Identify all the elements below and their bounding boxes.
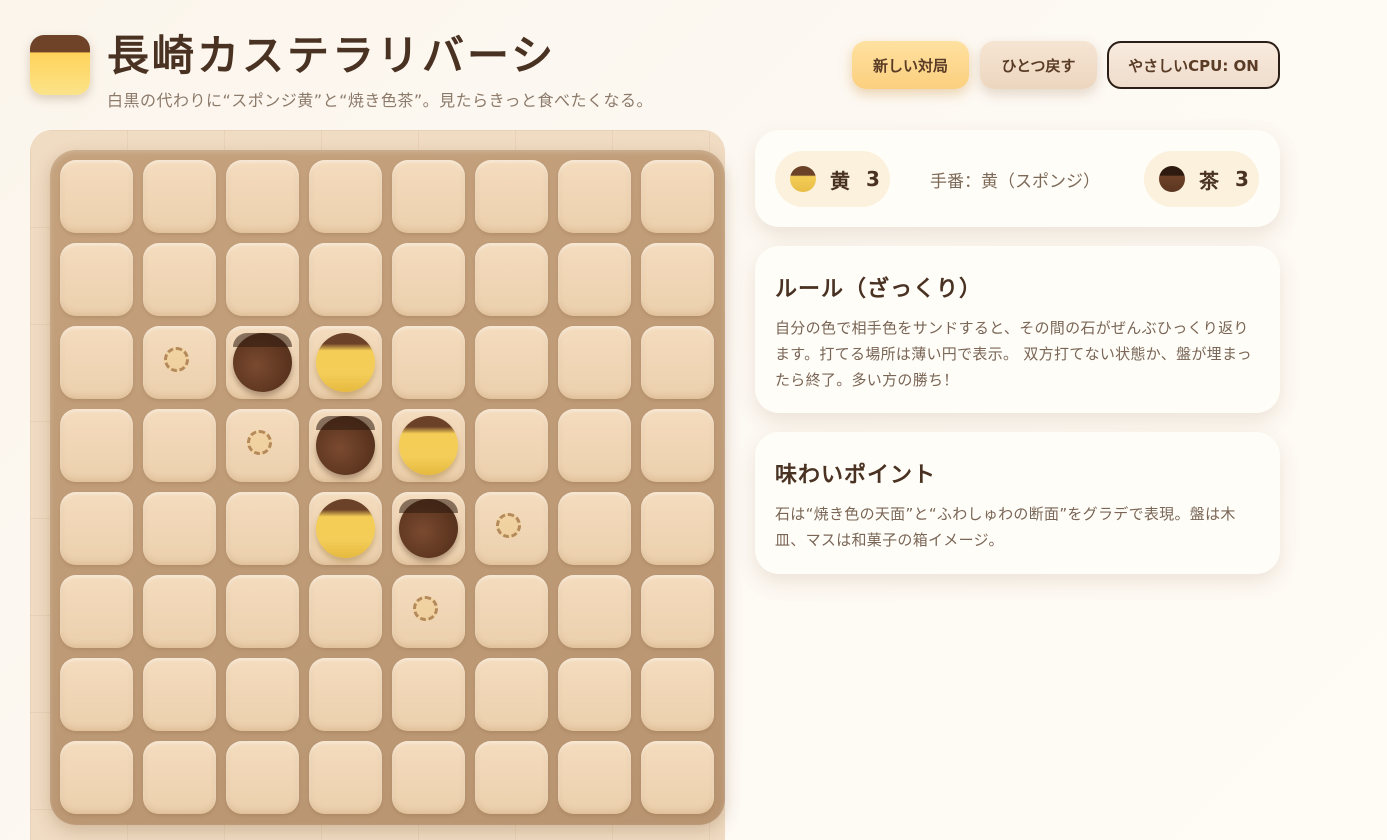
board-cell[interactable]	[226, 160, 299, 233]
board-cell[interactable]	[641, 409, 714, 482]
board-cell[interactable]	[475, 658, 548, 731]
brown-disc-icon	[1159, 166, 1185, 192]
board-cell[interactable]	[60, 658, 133, 731]
board-cell[interactable]	[60, 160, 133, 233]
board-cell[interactable]	[475, 575, 548, 648]
yellow-disc	[316, 333, 375, 392]
game-board	[50, 150, 725, 825]
board-cell[interactable]	[143, 575, 216, 648]
board-cell[interactable]	[60, 492, 133, 565]
brown-disc	[233, 333, 292, 392]
board-cell[interactable]	[558, 658, 631, 731]
board-cell[interactable]	[558, 741, 631, 814]
board-cell[interactable]	[641, 160, 714, 233]
board-cell[interactable]	[143, 492, 216, 565]
board-cell[interactable]	[641, 575, 714, 648]
valid-move-hint[interactable]	[247, 430, 272, 455]
board-cell[interactable]	[60, 409, 133, 482]
yellow-disc	[399, 416, 458, 475]
board-cell[interactable]	[558, 575, 631, 648]
board-cell[interactable]	[641, 658, 714, 731]
board-cell[interactable]	[475, 741, 548, 814]
board-cell[interactable]	[309, 326, 382, 399]
board-cell[interactable]	[143, 160, 216, 233]
board-cell[interactable]	[392, 243, 465, 316]
board-cell[interactable]	[475, 409, 548, 482]
undo-button[interactable]: ひとつ戻す	[980, 41, 1097, 89]
castella-logo-icon	[30, 35, 90, 95]
brown-count: 3	[1235, 167, 1249, 191]
turn-indicator: 手番：黄（スポンジ）	[930, 172, 1100, 192]
yellow-label: 黄	[830, 168, 850, 193]
board-cell[interactable]	[558, 409, 631, 482]
board-cell[interactable]	[558, 492, 631, 565]
board-cell[interactable]	[60, 326, 133, 399]
board-cell[interactable]	[309, 243, 382, 316]
board-cell[interactable]	[475, 492, 548, 565]
board-cell[interactable]	[309, 741, 382, 814]
board-cell[interactable]	[226, 741, 299, 814]
board-cell[interactable]	[558, 326, 631, 399]
board-cell[interactable]	[558, 160, 631, 233]
board-cell[interactable]	[392, 492, 465, 565]
board-cell[interactable]	[226, 492, 299, 565]
board-cell[interactable]	[641, 326, 714, 399]
info-panel: 味わいポイント 石は“焼き色の天面”と“ふわしゅわの断面”をグラデで表現。盤は木…	[755, 432, 1280, 574]
board-cell[interactable]	[143, 409, 216, 482]
board-cell[interactable]	[392, 409, 465, 482]
board-cell[interactable]	[60, 243, 133, 316]
rules-text: 自分の色で相手色をサンドすると、その間の石がぜんぶひっくり返ります。打てる場所は…	[775, 319, 1252, 389]
board-cell[interactable]	[226, 575, 299, 648]
board-cell[interactable]	[309, 658, 382, 731]
board-cell[interactable]	[558, 243, 631, 316]
cpu-toggle-button[interactable]: やさしいCPU: ON	[1107, 41, 1280, 89]
brown-disc	[316, 416, 375, 475]
valid-move-hint[interactable]	[496, 513, 521, 538]
page-title: 長崎カステラリバーシ	[107, 31, 557, 80]
yellow-disc	[316, 499, 375, 558]
board-cell[interactable]	[392, 658, 465, 731]
board-cell[interactable]	[143, 658, 216, 731]
board-cell[interactable]	[641, 243, 714, 316]
board-cell[interactable]	[226, 409, 299, 482]
board-cell[interactable]	[641, 741, 714, 814]
yellow-disc-icon	[790, 166, 816, 192]
board-cell[interactable]	[641, 492, 714, 565]
board-cell[interactable]	[60, 741, 133, 814]
brown-label: 茶	[1199, 168, 1219, 193]
yellow-count: 3	[866, 167, 880, 191]
info-text: 石は“焼き色の天面”と“ふわしゅわの断面”をグラデで表現。盤は木皿、マスは和菓子…	[775, 505, 1236, 549]
board-cell[interactable]	[309, 575, 382, 648]
board-cell[interactable]	[309, 492, 382, 565]
board-cell[interactable]	[475, 160, 548, 233]
board-cell[interactable]	[226, 326, 299, 399]
info-title: 味わいポイント	[775, 463, 937, 488]
board-cell[interactable]	[60, 575, 133, 648]
brown-score: 茶 3	[1144, 151, 1259, 207]
board-cell[interactable]	[143, 741, 216, 814]
board-cell[interactable]	[226, 243, 299, 316]
new-game-button[interactable]: 新しい対局	[852, 41, 969, 89]
score-panel: 黄 3 手番：黄（スポンジ） 茶 3	[755, 130, 1280, 227]
board-cell[interactable]	[143, 243, 216, 316]
board-cell[interactable]	[475, 243, 548, 316]
board-cell[interactable]	[226, 658, 299, 731]
board-cell[interactable]	[392, 326, 465, 399]
valid-move-hint[interactable]	[164, 347, 189, 372]
board-cell[interactable]	[392, 160, 465, 233]
page-subtitle: 白黒の代わりに“スポンジ黄”と“焼き色茶”。見たらきっと食べたくなる。	[107, 91, 654, 110]
board-cell[interactable]	[392, 575, 465, 648]
board-cell[interactable]	[309, 160, 382, 233]
rules-panel: ルール（ざっくり） 自分の色で相手色をサンドすると、その間の石がぜんぶひっくり返…	[755, 246, 1280, 413]
board-cell[interactable]	[475, 326, 548, 399]
valid-move-hint[interactable]	[413, 596, 438, 621]
board-cell[interactable]	[143, 326, 216, 399]
rules-title: ルール（ざっくり）	[775, 277, 983, 302]
board-cell[interactable]	[392, 741, 465, 814]
board-cell[interactable]	[309, 409, 382, 482]
yellow-score: 黄 3	[775, 151, 890, 207]
brown-disc	[399, 499, 458, 558]
